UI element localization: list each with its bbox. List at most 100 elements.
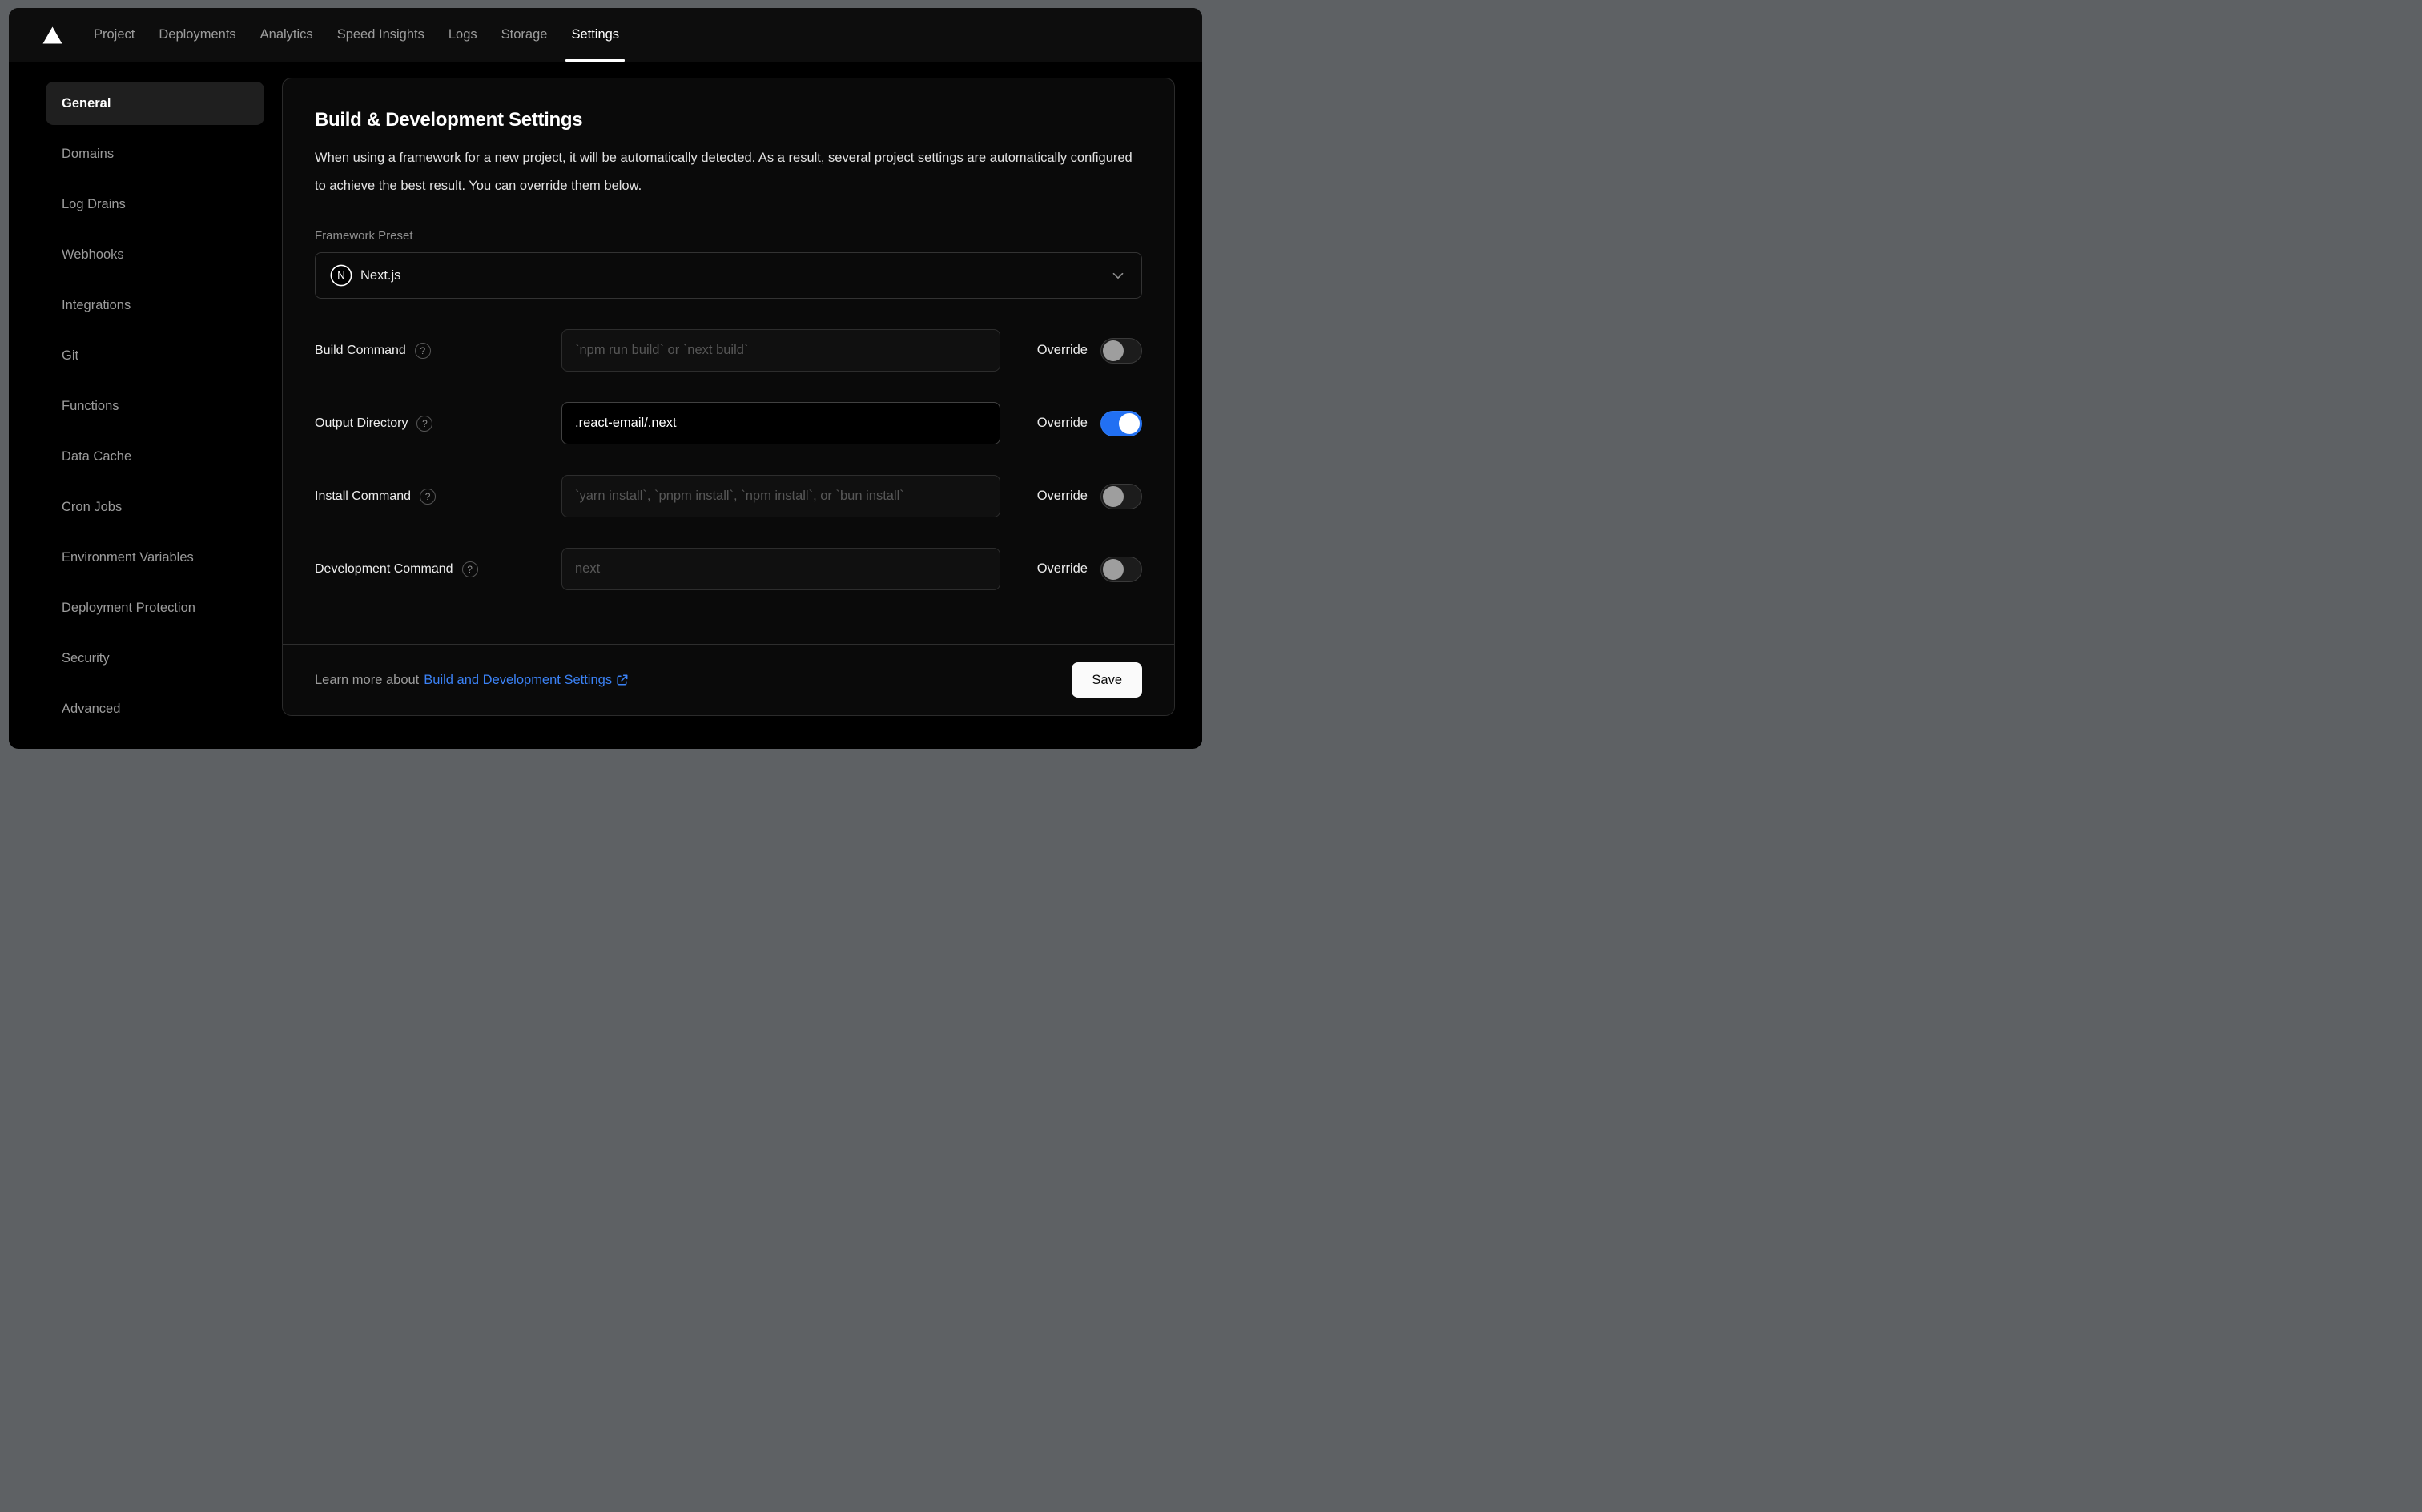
app-window: Project Deployments Analytics Speed Insi…	[9, 8, 1202, 749]
override-control: Override	[1036, 556, 1142, 582]
row-input[interactable]	[561, 329, 1000, 372]
row-label-text: Build Command	[315, 343, 406, 357]
override-control: Override	[1036, 483, 1142, 509]
row-label: Build Command ?	[315, 342, 561, 359]
vercel-triangle-icon	[42, 26, 62, 43]
nav-tab-label: Speed Insights	[336, 27, 424, 42]
help-icon[interactable]: ?	[461, 561, 478, 577]
vercel-logo[interactable]	[28, 8, 74, 62]
top-nav: Project Deployments Analytics Speed Insi…	[9, 8, 1202, 62]
page-title: Build & Development Settings	[315, 109, 583, 131]
main-panel: Build & Development Settings When using …	[282, 62, 1202, 748]
card-footer: Learn more about Build and Development S…	[283, 644, 1174, 715]
row-input[interactable]	[561, 475, 1000, 517]
sidebar-item-label: General	[62, 95, 111, 111]
sidebar-item[interactable]: General	[46, 82, 264, 125]
nav-tab-label: Analytics	[260, 27, 313, 42]
learn-more-link-label: Build and Development Settings	[424, 672, 613, 687]
row-label-text: Output Directory	[315, 416, 408, 430]
nav-tab-label: Settings	[571, 27, 620, 42]
sidebar-item-label: Git	[62, 348, 79, 363]
learn-more-link[interactable]: Build and Development Settings	[424, 673, 629, 688]
card-description: When using a framework for a new project…	[315, 151, 1133, 193]
settings-row: Output Directory ? Override	[315, 402, 1142, 444]
sidebar-item-label: Data Cache	[62, 448, 132, 464]
sidebar-item[interactable]: Git	[46, 334, 264, 377]
override-label: Override	[1036, 416, 1088, 430]
settings-row: Development Command ? Override	[315, 548, 1142, 590]
override-label: Override	[1036, 561, 1088, 576]
sidebar-item-label: Webhooks	[62, 247, 124, 262]
framework-preset-label: Framework Preset	[315, 229, 413, 243]
toggle-knob	[1103, 340, 1124, 361]
sidebar-item[interactable]: Data Cache	[46, 435, 264, 478]
row-label-text: Development Command	[315, 561, 453, 576]
nav-tab[interactable]: Deployments	[147, 8, 247, 62]
sidebar-item-label: Environment Variables	[62, 549, 194, 565]
framework-preset-value: Next.js	[360, 267, 401, 283]
sidebar-item[interactable]: Deployment Protection	[46, 586, 264, 629]
save-button[interactable]: Save	[1072, 662, 1142, 698]
sidebar-item-label: Advanced	[62, 701, 121, 716]
nav-tab[interactable]: Project	[82, 8, 147, 62]
override-control: Override	[1036, 410, 1142, 436]
nav-tab[interactable]: Analytics	[248, 8, 325, 62]
nav-tab-label: Project	[94, 27, 135, 42]
override-toggle[interactable]	[1100, 556, 1142, 582]
card-body: Build & Development Settings When using …	[283, 78, 1174, 644]
settings-rows: Build Command ? Override	[315, 329, 1142, 590]
nav-tabs: Project Deployments Analytics Speed Insi…	[82, 8, 631, 62]
framework-preset-select[interactable]: N Next.js	[315, 252, 1142, 299]
learn-more-text: Learn more about Build and Development S…	[315, 673, 629, 688]
toggle-knob	[1119, 412, 1140, 434]
sidebar-item[interactable]: Log Drains	[46, 183, 264, 226]
chevron-down-icon	[1109, 267, 1127, 284]
row-label: Development Command ?	[315, 561, 561, 577]
row-label: Output Directory ?	[315, 415, 561, 432]
content-area: General Domains Log Drains Webhooks Inte…	[9, 62, 1202, 748]
sidebar-item-label: Functions	[62, 398, 119, 413]
learn-more-prefix: Learn more about	[315, 672, 420, 687]
help-icon[interactable]: ?	[414, 342, 431, 359]
nextjs-icon: N	[330, 264, 352, 287]
sidebar-item[interactable]: Advanced	[46, 687, 264, 730]
override-toggle[interactable]	[1100, 337, 1142, 364]
override-toggle[interactable]	[1100, 410, 1142, 436]
external-link-icon	[617, 674, 628, 686]
build-dev-settings-card: Build & Development Settings When using …	[282, 78, 1175, 716]
sidebar-item[interactable]: Webhooks	[46, 233, 264, 276]
nav-tab[interactable]: Speed Insights	[325, 8, 437, 62]
nav-tab[interactable]: Storage	[489, 8, 560, 62]
help-icon[interactable]: ?	[416, 415, 433, 432]
sidebar-item[interactable]: Cron Jobs	[46, 485, 264, 529]
sidebar-item-label: Log Drains	[62, 196, 126, 211]
sidebar-item[interactable]: Environment Variables	[46, 536, 264, 579]
sidebar-item[interactable]: Integrations	[46, 284, 264, 327]
settings-row: Install Command ? Override	[315, 475, 1142, 517]
sidebar-item-label: Deployment Protection	[62, 600, 195, 615]
help-icon[interactable]: ?	[420, 488, 437, 505]
nav-tab[interactable]: Settings	[559, 8, 631, 62]
sidebar-item[interactable]: Security	[46, 637, 264, 680]
sidebar-item-label: Integrations	[62, 297, 131, 312]
row-label: Install Command ?	[315, 488, 561, 505]
toggle-knob	[1103, 485, 1124, 507]
sidebar-item[interactable]: Functions	[46, 384, 264, 428]
sidebar-item[interactable]: Domains	[46, 132, 264, 175]
override-label: Override	[1036, 343, 1088, 357]
row-input[interactable]	[561, 548, 1000, 590]
toggle-knob	[1103, 558, 1124, 580]
nav-tab[interactable]: Logs	[437, 8, 489, 62]
sidebar-item-label: Security	[62, 650, 110, 666]
settings-sidebar: General Domains Log Drains Webhooks Inte…	[9, 62, 282, 748]
nav-tab-label: Deployments	[159, 27, 236, 42]
override-control: Override	[1036, 337, 1142, 364]
nav-tab-label: Storage	[501, 27, 548, 42]
row-label-text: Install Command	[315, 489, 412, 503]
override-toggle[interactable]	[1100, 483, 1142, 509]
row-input[interactable]	[561, 402, 1000, 444]
settings-row: Build Command ? Override	[315, 329, 1142, 372]
svg-text:N: N	[337, 270, 345, 282]
override-label: Override	[1036, 489, 1088, 503]
sidebar-item-label: Cron Jobs	[62, 499, 123, 514]
